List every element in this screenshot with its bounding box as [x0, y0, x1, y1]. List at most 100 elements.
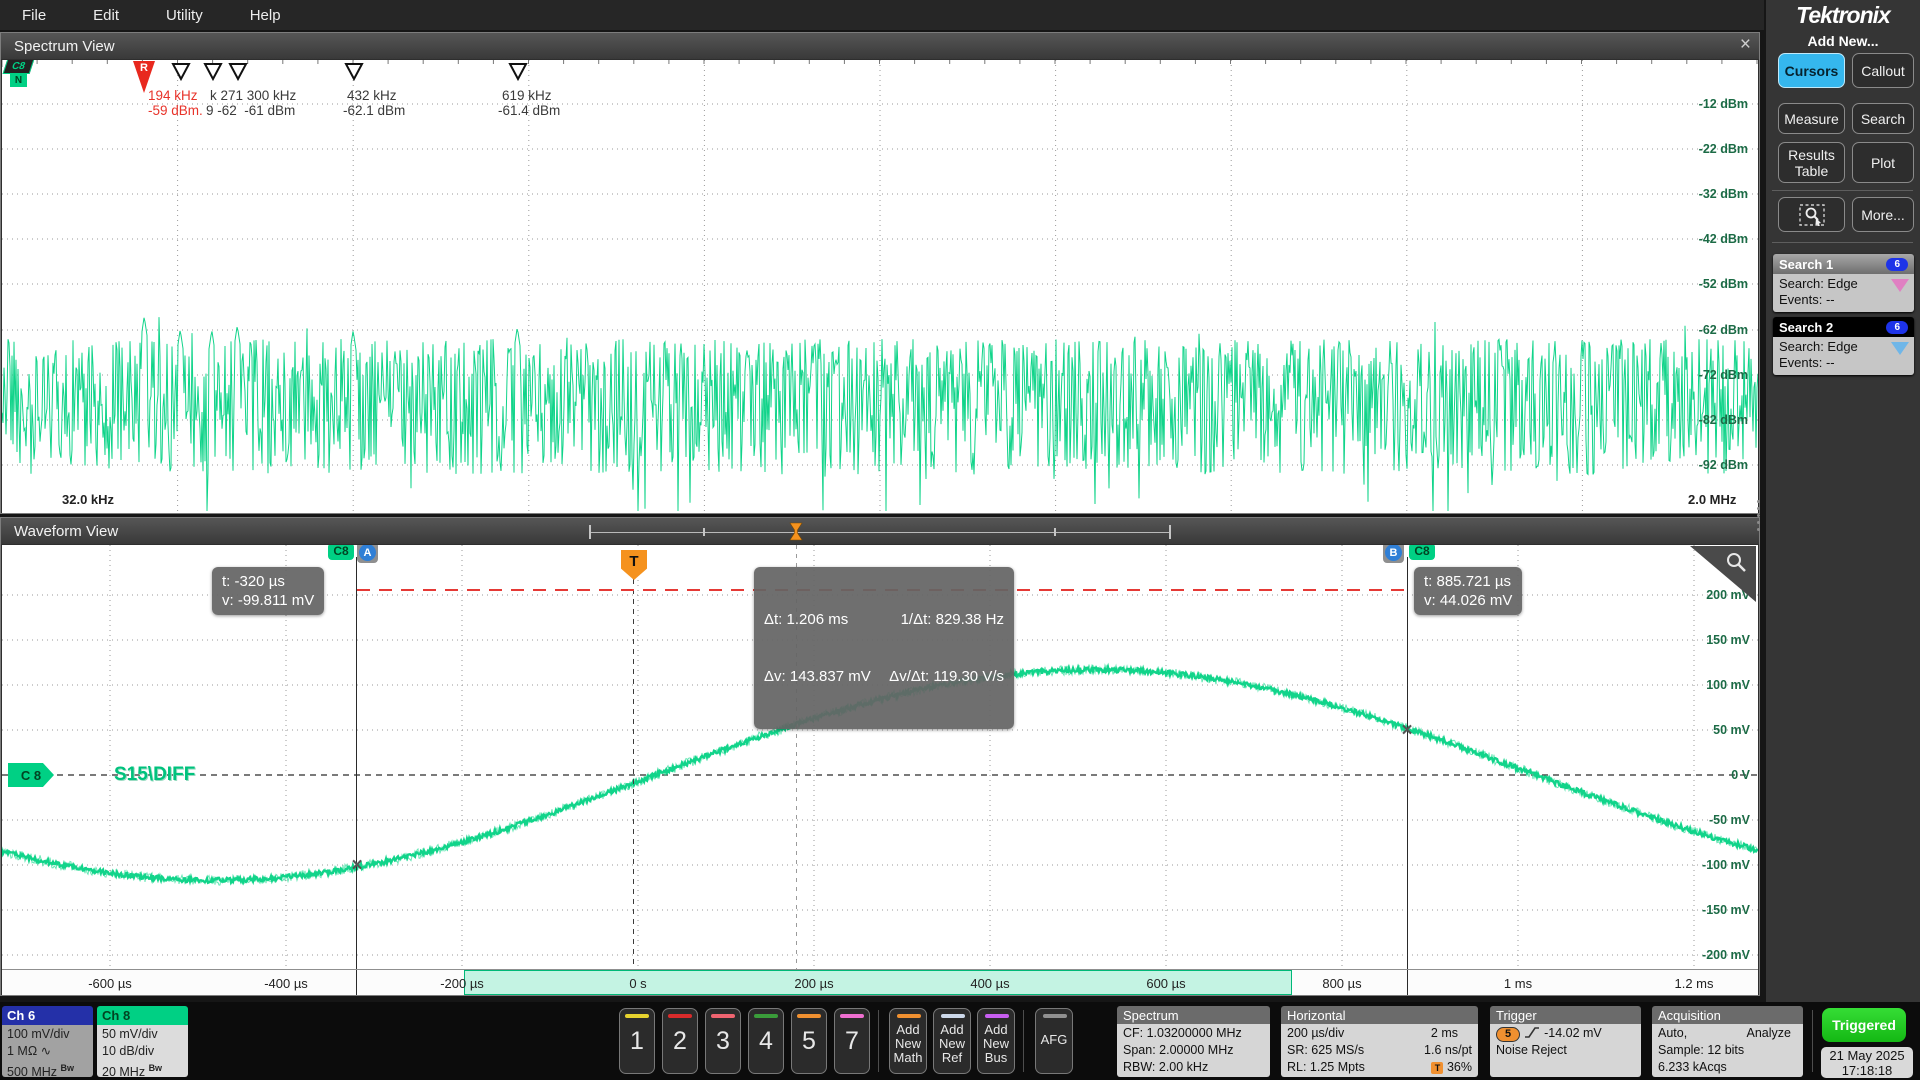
- peak-marker-icon[interactable]: [344, 62, 364, 82]
- spectrum-view-panel: Spectrum View × C8 N R 194 kHz k 271 300…: [0, 32, 1760, 514]
- close-icon[interactable]: ×: [1740, 35, 1751, 55]
- add-new-math-button[interactable]: Add New Math: [889, 1008, 927, 1074]
- mv-tick-label: -150 mV: [1686, 903, 1750, 917]
- datetime-display: 21 May 2025 17:18:18: [1821, 1047, 1913, 1078]
- cursors-button[interactable]: Cursors: [1778, 53, 1845, 88]
- spectrum-view-title: Spectrum View: [14, 38, 115, 55]
- dbm-tick-label: -82 dBm: [1684, 413, 1748, 427]
- afg-button[interactable]: AFG: [1035, 1008, 1073, 1074]
- waveform-view-panel: Waveform View T C8 A B C8: [0, 517, 1760, 996]
- marker-freq-label: 194 kHz: [148, 88, 198, 103]
- waveform-view-title: Waveform View: [14, 523, 118, 540]
- menu-help[interactable]: Help: [250, 7, 281, 24]
- peak-marker-icon[interactable]: [171, 62, 191, 82]
- measure-button[interactable]: Measure: [1778, 103, 1845, 134]
- marker-freq-label: 432 kHz: [347, 88, 397, 103]
- add-new-ref-button[interactable]: Add New Ref: [933, 1008, 971, 1074]
- waveform-plot: T C8 A B C8 t: -320 µsv: -99.811 mV Δt: …: [2, 545, 1758, 969]
- dbm-tick-label: -12 dBm: [1684, 97, 1748, 111]
- cursor-a-badge[interactable]: A: [357, 545, 378, 563]
- oscilloscope-screen: File Edit Utility Help Spectrum View × C…: [0, 0, 1920, 1080]
- marker-ampl-label: 9 -62 -61 dBm: [206, 103, 295, 118]
- spectrum-stop-freq-label: 2.0 MHz: [1688, 492, 1736, 507]
- spectrum-settings-panel[interactable]: Spectrum CF: 1.03200000 MHz Span: 2.0000…: [1117, 1006, 1270, 1077]
- cursor-b-readout: t: 885.721 µsv: 44.026 mV: [1414, 567, 1522, 615]
- menu-bar: File Edit Utility Help: [0, 0, 1764, 30]
- cursor-b-cross-icon: ×: [1401, 720, 1412, 742]
- search1-card[interactable]: Search 1 6 Search: Edge Events: --: [1773, 254, 1914, 312]
- waveform-view-titlebar: Waveform View: [1, 518, 1759, 544]
- channel7-button[interactable]: 7: [834, 1008, 870, 1074]
- channel3-button[interactable]: 3: [705, 1008, 741, 1074]
- callout-button[interactable]: Callout: [1852, 53, 1914, 88]
- channel8-badge[interactable]: Ch 8 50 mV/div 10 dB/div 20 MHz Bw: [97, 1006, 188, 1077]
- zoom-select-button[interactable]: [1778, 197, 1845, 232]
- channel1-button[interactable]: 1: [619, 1008, 655, 1074]
- time-tick-label: -200 µs: [422, 976, 502, 991]
- peak-marker-icon[interactable]: [228, 62, 248, 82]
- channel2-button[interactable]: 2: [662, 1008, 698, 1074]
- trace-name-label: S15\DIFF: [114, 764, 195, 786]
- mv-tick-label: -100 mV: [1686, 858, 1750, 872]
- dbm-tick-label: -92 dBm: [1684, 458, 1748, 472]
- more-button[interactable]: More...: [1852, 197, 1914, 232]
- cursor-a-channel-badge: C8: [328, 545, 354, 560]
- trigger-source-badge: 5: [1496, 1027, 1520, 1042]
- mv-tick-label: 100 mV: [1686, 678, 1750, 692]
- dbm-tick-label: -52 dBm: [1684, 277, 1748, 291]
- dbm-tick-label: -42 dBm: [1684, 232, 1748, 246]
- search1-marker-icon: [1891, 279, 1909, 292]
- cursor-b-channel-badge: C8: [1409, 545, 1435, 560]
- menu-edit[interactable]: Edit: [93, 7, 119, 24]
- search2-marker-icon: [1891, 342, 1909, 355]
- menu-file[interactable]: File: [22, 7, 46, 24]
- time-tick-label: 600 µs: [1126, 976, 1206, 991]
- channel5-button[interactable]: 5: [791, 1008, 827, 1074]
- add-new-label: Add New...: [1766, 33, 1920, 49]
- spectrum-time-bracket[interactable]: [589, 532, 1171, 533]
- search2-card[interactable]: Search 2 6 Search: Edge Events: --: [1773, 317, 1914, 375]
- acquisition-settings-panel[interactable]: Acquisition Auto,Analyze Sample: 12 bits…: [1652, 1006, 1803, 1077]
- trigger-position-line[interactable]: [633, 579, 634, 969]
- sidebar: Tektronix Add New... Cursors Callout Mea…: [1766, 0, 1920, 1002]
- spectrum-time-marker-icon[interactable]: [789, 522, 804, 541]
- mv-tick-label: 0 V: [1686, 768, 1750, 782]
- add-new-bus-button[interactable]: Add New Bus: [977, 1008, 1015, 1074]
- horizontal-settings-panel[interactable]: Horizontal 200 µs/div2 ms SR: 625 MS/s1.…: [1281, 1006, 1478, 1077]
- plot-button[interactable]: Plot: [1852, 142, 1914, 183]
- time-tick-label: -400 µs: [246, 976, 326, 991]
- search-button[interactable]: Search: [1852, 103, 1914, 134]
- spectrum-normal-badge[interactable]: N: [10, 74, 27, 87]
- cursor-b-badge[interactable]: B: [1383, 545, 1404, 563]
- marker-ampl-label: -59 dBm.: [148, 103, 203, 118]
- results-table-button[interactable]: Results Table: [1778, 142, 1845, 183]
- peak-marker-icon[interactable]: [508, 62, 528, 82]
- mv-tick-label: -200 mV: [1686, 948, 1750, 962]
- marker-freq-label: 619 kHz: [502, 88, 552, 103]
- spectrum-channel-badge[interactable]: C8: [3, 60, 35, 74]
- time-tick-label: 400 µs: [950, 976, 1030, 991]
- dbm-tick-label: -32 dBm: [1684, 187, 1748, 201]
- search2-count-badge: 6: [1886, 321, 1908, 334]
- spectrum-plot: C8 N R 194 kHz k 271 300 kHz 432 kHz 619…: [2, 60, 1758, 513]
- dbm-tick-label: -62 dBm: [1684, 323, 1748, 337]
- cursor-a-readout: t: -320 µsv: -99.811 mV: [212, 567, 324, 615]
- channel6-badge[interactable]: Ch 6 100 mV/div 1 MΩ ∿ 500 MHz Bw: [2, 1006, 93, 1077]
- channel4-button[interactable]: 4: [748, 1008, 784, 1074]
- search1-count-badge: 6: [1886, 258, 1908, 271]
- panel-splitter-handle[interactable]: [1757, 500, 1760, 531]
- tektronix-logo: Tektronix: [1766, 2, 1920, 29]
- marker-freq-label: k 271 300 kHz: [210, 88, 296, 103]
- marker-ampl-label: -61.4 dBm: [498, 103, 560, 118]
- peak-marker-icon[interactable]: [203, 62, 223, 82]
- spectrum-view-titlebar: Spectrum View ×: [1, 33, 1759, 59]
- cursor-a-line[interactable]: [356, 557, 357, 969]
- trigger-settings-panel[interactable]: Trigger 5 -14.02 mV Noise Reject: [1490, 1006, 1641, 1077]
- dbm-tick-label: -22 dBm: [1684, 142, 1748, 156]
- time-axis: -600 µs -400 µs -200 µs 0 s 200 µs 400 µ…: [2, 969, 1758, 995]
- cursor-delta-readout: Δt: 1.206 ms1/Δt: 829.38 Hz Δv: 143.837 …: [754, 567, 1014, 729]
- cursor-b-line[interactable]: [1407, 557, 1408, 969]
- triggered-status-badge: Triggered: [1822, 1008, 1906, 1042]
- time-tick-label: -600 µs: [70, 976, 150, 991]
- menu-utility[interactable]: Utility: [166, 7, 203, 24]
